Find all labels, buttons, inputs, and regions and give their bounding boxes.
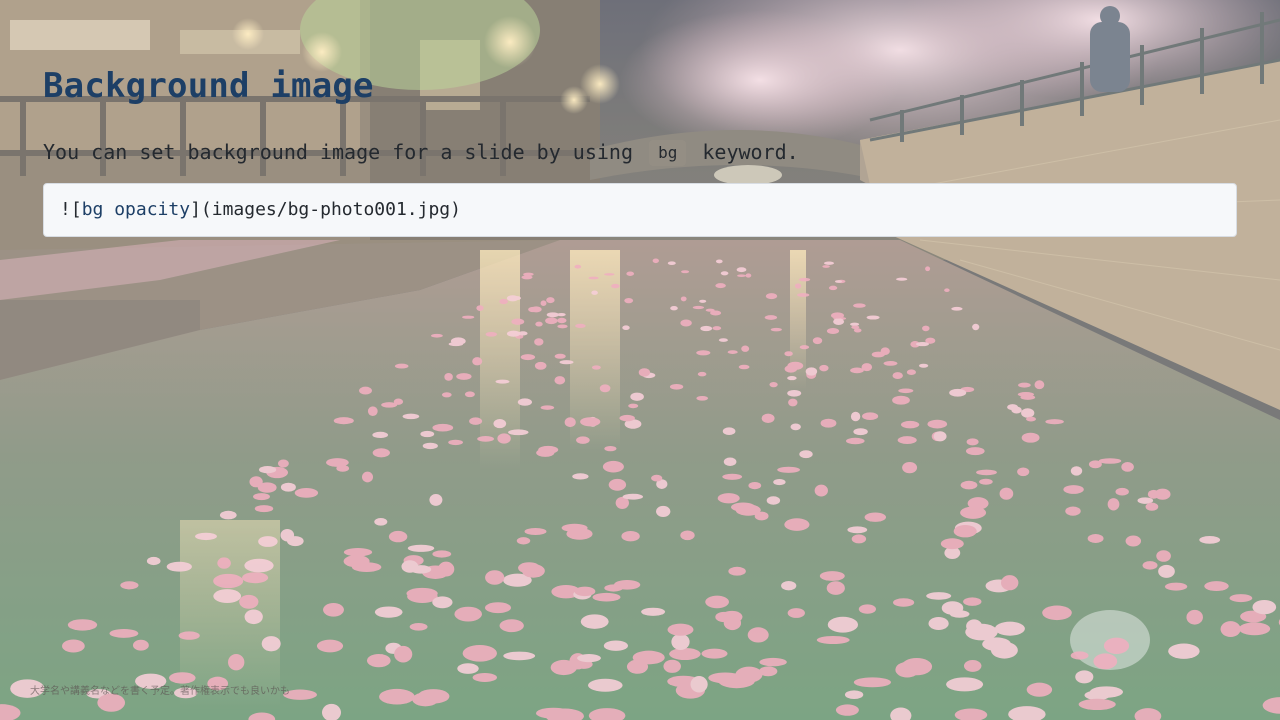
slide-content: Background image You can set background …	[43, 62, 1237, 237]
slide-title: Background image	[43, 66, 374, 106]
inline-code-keyword: bg	[649, 140, 687, 166]
slide-footer: 大学名や講義名などを書く予定。著作権表示でも良いかも	[30, 686, 290, 697]
body-text-after: keyword.	[690, 140, 799, 164]
body-paragraph: You can set background image for a slide…	[43, 137, 1237, 167]
code-alt-text: bg opacity	[81, 199, 191, 220]
slide: Background image You can set background …	[0, 0, 1280, 720]
code-block: ![bg opacity](images/bg-photo001.jpg)	[43, 183, 1237, 237]
code-open: ![	[60, 199, 82, 220]
body-text-before: You can set background image for a slide…	[43, 140, 646, 164]
code-close: ](images/bg-photo001.jpg)	[190, 199, 461, 220]
